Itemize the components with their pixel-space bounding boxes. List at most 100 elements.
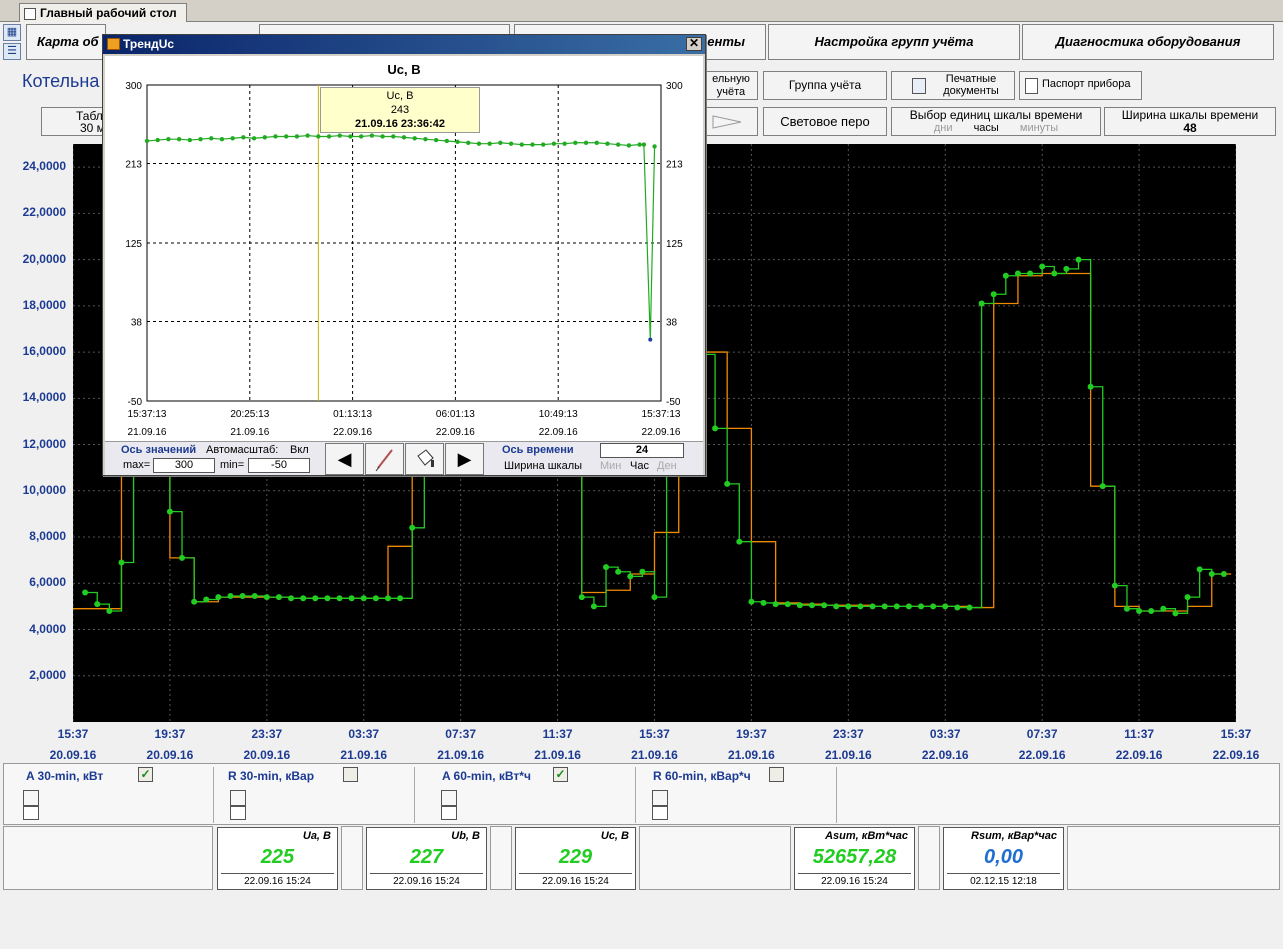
value-title: Ua, В <box>302 830 331 842</box>
light-pen-button[interactable]: Световое перо <box>763 107 887 136</box>
group-settings-button[interactable]: Настройка групп учёта <box>768 24 1020 60</box>
data-point <box>627 573 634 580</box>
time-width-value[interactable]: 48 <box>1105 122 1275 135</box>
trend-data-point <box>583 140 589 145</box>
data-point <box>784 601 791 608</box>
unit-min[interactable]: Мин <box>600 460 621 472</box>
trend-data-point <box>262 135 267 140</box>
data-point <box>1148 608 1155 615</box>
swatch-blank <box>23 806 39 820</box>
scale-width-input[interactable]: 24 <box>600 443 684 458</box>
data-point <box>239 592 246 599</box>
max-input[interactable]: 300 <box>153 458 215 473</box>
table-button[interactable]: Табл 30 м <box>41 107 103 136</box>
equipment-map-button[interactable]: Карта об <box>26 24 106 60</box>
swatch-blank <box>441 806 457 820</box>
scroll-right-button[interactable]: ▶ <box>445 443 484 475</box>
tooltip-datetime: 21.09.16 23:36:42 <box>355 118 445 130</box>
fill-tool-button[interactable] <box>405 443 444 475</box>
trend-data-point <box>519 142 524 147</box>
autoscale-value[interactable]: Вкл <box>290 444 309 456</box>
tab-main-desktop[interactable]: Главный рабочий стол <box>19 3 187 23</box>
data-point <box>397 595 404 602</box>
data-point <box>1075 256 1082 263</box>
data-point <box>300 595 307 602</box>
legend-item-a60: A 60-min, кВт*ч <box>442 767 531 785</box>
value-card-ub[interactable]: Ub, В 227 22.09.16 15:24 <box>366 827 487 890</box>
trend-y-tick-left: 300 <box>125 81 142 92</box>
swatch-orange[interactable] <box>441 790 457 806</box>
value-card-asum[interactable]: Asum, кВт*час 52657,28 22.09.16 15:24 <box>794 827 915 890</box>
legend-checkbox-a60[interactable]: ✓ <box>553 767 568 782</box>
swatch-cyan[interactable] <box>652 790 668 806</box>
data-point <box>796 602 803 609</box>
print-documents-button[interactable]: Печатные документы <box>891 71 1015 100</box>
trend-titlebar[interactable]: ТрендUc ✕ <box>103 35 705 54</box>
values-spacer <box>1067 826 1280 890</box>
time-units-panel: Выбор единиц шкалы времени дни часы мину… <box>891 107 1101 136</box>
value-number: 52657,28 <box>812 846 897 868</box>
data-point <box>1111 582 1118 589</box>
grid-icon[interactable]: ▦ <box>3 24 21 41</box>
data-point <box>1014 270 1021 277</box>
legend-divider <box>836 767 837 823</box>
accounting-button-partial[interactable]: ельную учёта <box>704 71 758 100</box>
min-input[interactable]: -50 <box>248 458 310 473</box>
x-tick-time: 19:37 <box>736 727 767 741</box>
unit-hour[interactable]: Час <box>630 460 649 472</box>
units-days[interactable]: дни <box>934 122 953 134</box>
swatch-red[interactable] <box>230 790 246 806</box>
data-point <box>712 425 719 432</box>
y-tick-label: 16,0000 <box>22 344 66 359</box>
data-point <box>821 602 828 609</box>
y-tick-label: 20,0000 <box>22 251 66 266</box>
trend-data-point <box>209 136 214 141</box>
value-date: 22.09.16 15:24 <box>221 873 334 887</box>
trend-data-point <box>498 140 503 145</box>
x-tick-label: 07:37 22.09.16 <box>1007 724 1077 766</box>
list-icon[interactable]: ☰ <box>3 43 21 60</box>
trend-data-point <box>455 139 460 145</box>
group-button[interactable]: Группа учёта <box>763 71 887 100</box>
diagnostics-button[interactable]: Диагностика оборудования <box>1022 24 1274 60</box>
legend-checkbox-a30[interactable]: ✓ <box>138 767 153 782</box>
trend-data-point <box>273 134 278 139</box>
swatch-green[interactable] <box>23 790 39 806</box>
data-point <box>118 559 125 566</box>
passport-button[interactable]: Паспорт прибора <box>1019 71 1142 100</box>
units-hours[interactable]: часы <box>974 122 999 134</box>
trend-data-point <box>487 141 492 146</box>
x-tick-label: 19:37 20.09.16 <box>135 724 205 766</box>
y-tick-label: 2,0000 <box>29 667 66 682</box>
trend-data-point <box>573 140 578 145</box>
units-minutes[interactable]: минуты <box>1020 122 1058 134</box>
y-tick-label: 14,0000 <box>22 390 66 405</box>
y-tick-label: 22,0000 <box>22 205 66 220</box>
close-icon[interactable]: ✕ <box>686 37 702 51</box>
value-card-ua[interactable]: Ua, В 225 22.09.16 15:24 <box>217 827 338 890</box>
data-point <box>1087 383 1094 390</box>
value-date: 22.09.16 15:24 <box>798 873 911 887</box>
legend-checkbox-r30[interactable] <box>343 767 358 782</box>
data-point <box>275 594 282 601</box>
legend-checkbox-r60[interactable] <box>769 767 784 782</box>
legend-divider <box>213 767 214 823</box>
trend-data-point <box>444 138 450 144</box>
trend-y-tick-right: 213 <box>666 160 683 171</box>
tab-strip <box>0 0 1283 22</box>
trend-x-tick-time: 15:37:13 <box>128 409 167 420</box>
data-point <box>251 592 258 599</box>
data-point <box>1172 610 1179 617</box>
data-point <box>360 595 367 602</box>
data-point <box>881 603 888 610</box>
trend-data-point <box>551 141 557 146</box>
value-card-uc[interactable]: Uc, В 229 22.09.16 15:24 <box>515 827 636 890</box>
trend-data-point <box>530 142 535 147</box>
unit-day[interactable]: Ден <box>657 460 677 472</box>
data-point <box>1027 270 1034 277</box>
pen-tool-button[interactable] <box>365 443 404 475</box>
value-card-rsum[interactable]: Rsum, кВар*час 0,00 02.12.15 12:18 <box>943 827 1064 890</box>
scroll-left-button[interactable]: ◀ <box>325 443 364 475</box>
play-button[interactable] <box>704 107 758 136</box>
trend-data-point <box>648 337 653 342</box>
